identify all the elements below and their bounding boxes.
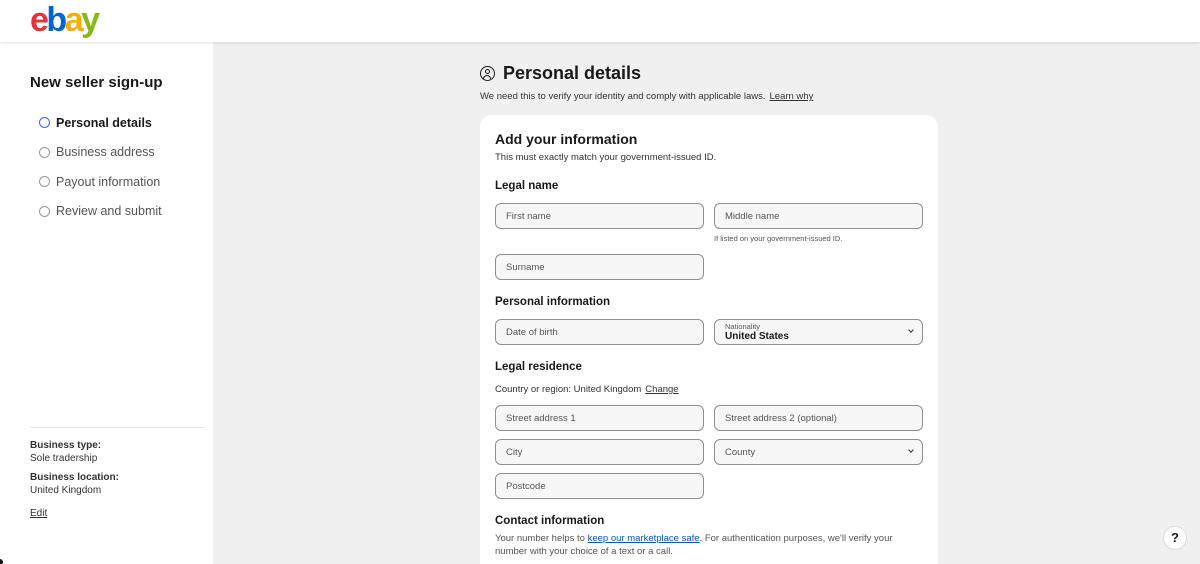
- business-type-label: Business type:: [30, 440, 102, 451]
- city-field[interactable]: City: [495, 439, 704, 465]
- divider: [30, 427, 204, 428]
- step-indicator-icon: [39, 176, 50, 188]
- step-label: Review and submit: [56, 204, 162, 219]
- date-of-birth-field[interactable]: Date of birth: [495, 319, 704, 345]
- sidebar-title: New seller sign-up: [30, 74, 163, 91]
- business-location-label: Business location:: [30, 472, 119, 483]
- step-indicator-icon: [39, 146, 50, 158]
- page-title-text: Personal details: [503, 63, 642, 83]
- form-card: Add your information This must exactly m…: [480, 115, 938, 564]
- step-review-submit[interactable]: Review and submit: [39, 197, 162, 227]
- street-address-2-field[interactable]: Street address 2 (optional): [714, 405, 923, 431]
- sidebar: New seller sign-up Personal details Busi…: [0, 42, 213, 564]
- chevron-down-icon: [908, 447, 914, 453]
- step-personal-details[interactable]: Personal details: [39, 108, 162, 138]
- page-title: Personal details: [480, 63, 813, 84]
- county-placeholder: County: [725, 446, 756, 458]
- help-button[interactable]: ?: [1163, 526, 1187, 550]
- country-region-text: Country or region: United Kingdom Change: [495, 384, 679, 395]
- page-header: Personal details We need this to verify …: [480, 63, 813, 102]
- ebay-logo[interactable]: ebay: [30, 2, 100, 38]
- nationality-select[interactable]: Nationality United States: [714, 319, 923, 345]
- middle-name-hint: If listed on your government-issued ID.: [714, 234, 843, 243]
- chevron-down-icon: [908, 327, 914, 333]
- contact-information-heading: Contact information: [495, 515, 605, 527]
- step-business-address[interactable]: Business address: [39, 138, 162, 168]
- surname-field[interactable]: Surname: [495, 254, 704, 280]
- step-indicator-icon: [39, 205, 50, 217]
- middle-name-field[interactable]: Middle name: [714, 203, 923, 229]
- corner-marker: [0, 559, 3, 564]
- page-subtitle: We need this to verify your identity and…: [480, 91, 814, 102]
- step-label: Payout information: [56, 174, 161, 189]
- change-country-link[interactable]: Change: [645, 384, 678, 395]
- street-address-1-field[interactable]: Street address 1: [495, 405, 704, 431]
- card-subtitle: This must exactly match your government-…: [495, 152, 717, 163]
- postcode-field[interactable]: Postcode: [495, 473, 704, 499]
- nationality-label: Nationality: [725, 322, 761, 331]
- learn-why-link[interactable]: Learn why: [770, 91, 814, 102]
- personal-information-heading: Personal information: [495, 296, 611, 308]
- business-location-value: United Kingdom: [30, 485, 102, 496]
- step-indicator-icon: [39, 117, 50, 129]
- step-label: Business address: [56, 145, 155, 160]
- step-payout-information[interactable]: Payout information: [39, 167, 162, 197]
- top-bar: ebay: [0, 0, 1200, 42]
- county-select[interactable]: County: [714, 439, 923, 465]
- user-circle-icon: [480, 66, 495, 81]
- step-label: Personal details: [56, 115, 152, 130]
- nationality-value: United States: [725, 331, 789, 342]
- edit-link[interactable]: Edit: [30, 507, 47, 520]
- first-name-field[interactable]: First name: [495, 203, 704, 229]
- business-type-value: Sole tradership: [30, 453, 98, 464]
- business-summary: Business type: Sole tradership Business …: [30, 439, 119, 520]
- marketplace-safe-link[interactable]: keep our marketplace safe: [588, 533, 700, 544]
- legal-name-heading: Legal name: [495, 180, 559, 192]
- step-list: Personal details Business address Payout…: [39, 108, 162, 226]
- contact-description: Your number helps to keep our marketplac…: [495, 533, 893, 557]
- legal-residence-heading: Legal residence: [495, 361, 582, 373]
- card-title: Add your information: [495, 131, 638, 147]
